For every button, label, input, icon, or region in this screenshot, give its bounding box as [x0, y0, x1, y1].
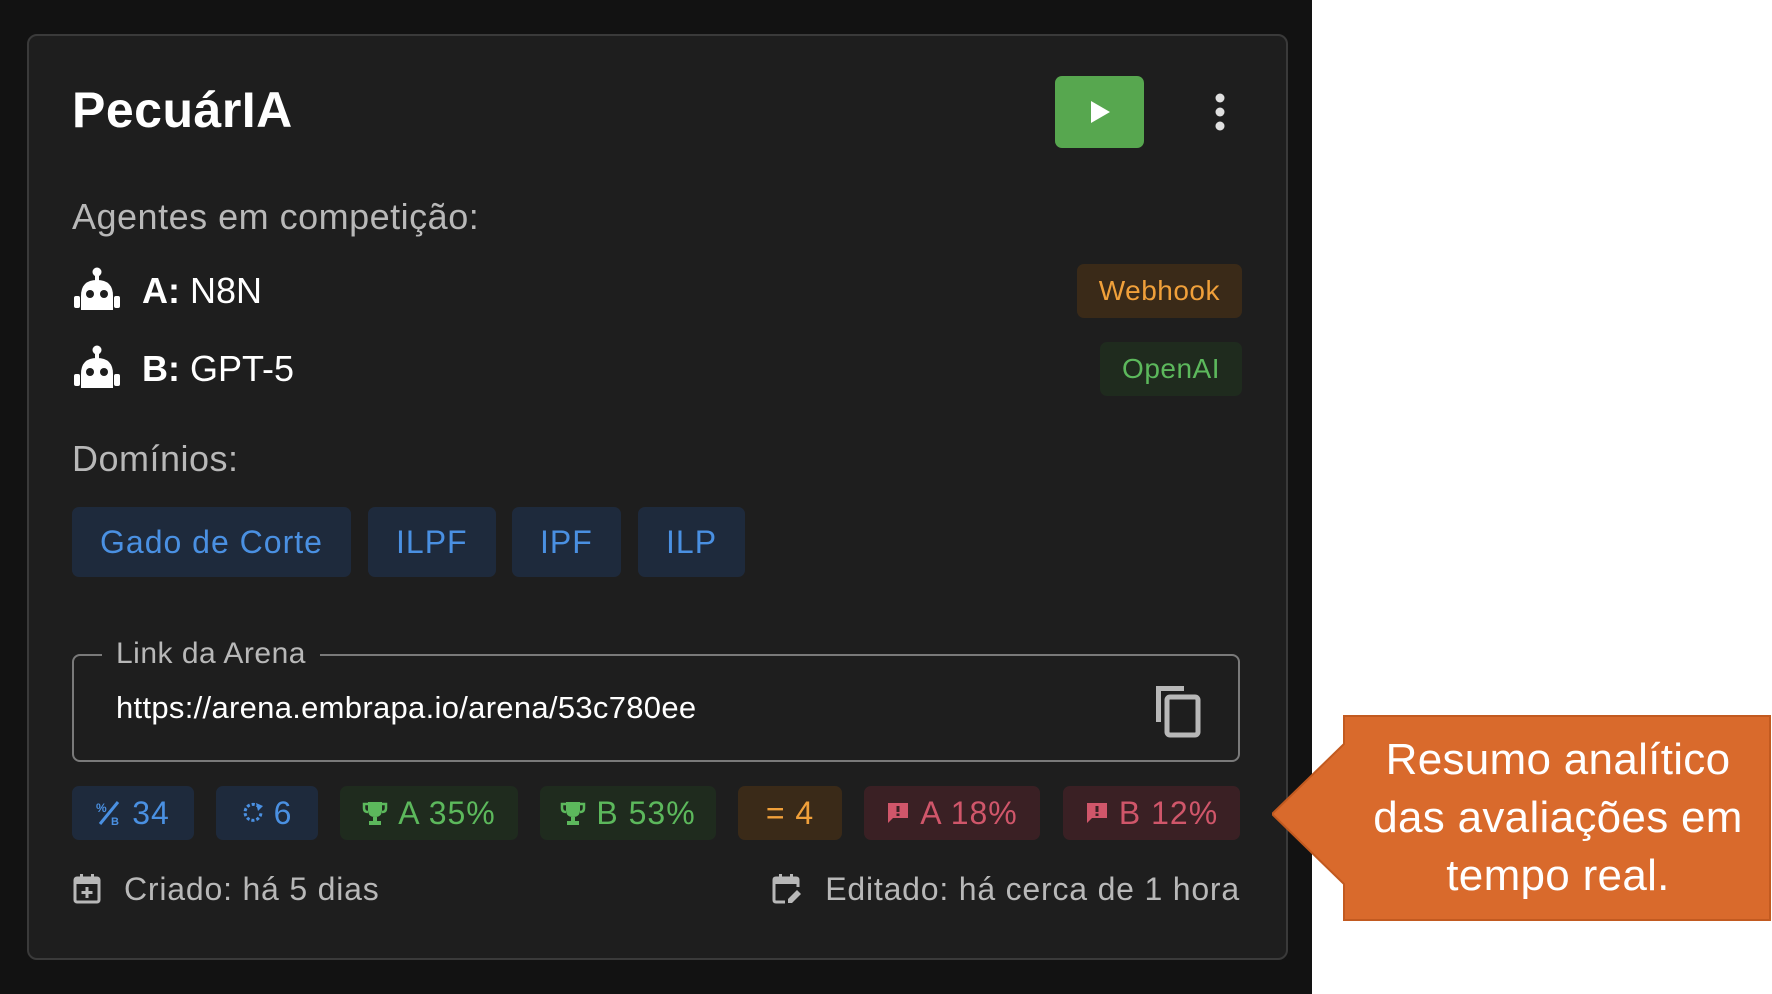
stat-in-progress-value: 6 [273, 794, 293, 831]
provider-chip-openai: OpenAI [1100, 342, 1242, 396]
card-title: PecuárIA [72, 82, 293, 138]
play-button[interactable] [1055, 76, 1144, 148]
stat-errors-b-value: B 12% [1118, 794, 1219, 831]
stat-errors-a-value: A 18% [920, 794, 1018, 831]
alert-icon [1086, 803, 1107, 823]
stat-total-value: 34 [132, 794, 170, 831]
copy-link-button[interactable] [1152, 682, 1202, 738]
agent-b-name: GPT-5 [190, 348, 295, 389]
agents-section-label: Agentes em competição: [72, 196, 480, 237]
stat-ties: = 4 [738, 786, 842, 840]
arena-link-value[interactable]: https://arena.embrapa.io/arena/53c780ee [116, 686, 696, 730]
more-options-button[interactable] [1200, 88, 1240, 136]
trophy-icon [362, 802, 388, 825]
stat-total-evaluations: % B 34 [72, 786, 194, 840]
agent-a-label: A: N8N [142, 269, 262, 313]
calendar-add-icon [73, 874, 101, 904]
alert-icon [888, 803, 909, 823]
stat-wins-a: A 35% [340, 786, 518, 840]
edited-meta: Editado: há cerca de 1 hora [771, 867, 1240, 911]
robot-icon [74, 267, 120, 310]
screenshot-stage: PecuárIA Agentes em competição: A: N8N W… [0, 0, 1772, 994]
domains-section-label: Domínios: [72, 438, 239, 479]
stat-ties-value: = 4 [765, 794, 815, 831]
trophy-icon [561, 802, 586, 825]
stat-errors-a: A 18% [864, 786, 1040, 840]
svg-text:%: % [96, 801, 108, 815]
play-icon [1090, 101, 1110, 123]
stat-wins-b-value: B 53% [596, 794, 696, 831]
agent-a-name: N8N [190, 270, 263, 311]
agent-row-a: A: N8N Webhook [72, 264, 1242, 320]
copy-icon [1156, 686, 1201, 738]
arena-link-label: Link da Arena [102, 634, 320, 674]
more-vert-icon [1215, 93, 1225, 131]
stat-errors-b: B 12% [1063, 786, 1240, 840]
edited-text: Editado: há cerca de 1 hora [825, 870, 1240, 907]
svg-text:B: B [111, 816, 120, 826]
calendar-edit-icon [772, 874, 802, 904]
provider-chip-webhook: Webhook [1076, 264, 1242, 318]
agent-row-b: B: GPT-5 OpenAI [72, 342, 1242, 398]
created-meta: Criado: há 5 dias [72, 867, 380, 911]
domain-chip-gado-de-corte[interactable]: Gado de Corte [72, 507, 351, 577]
agent-a-key: A: [142, 270, 180, 311]
domain-chip-ilp[interactable]: ILP [638, 507, 746, 577]
domain-chip-ipf[interactable]: IPF [512, 507, 621, 577]
robot-icon [74, 345, 120, 388]
agent-b-label: B: GPT-5 [142, 347, 294, 391]
created-text: Criado: há 5 dias [124, 870, 380, 907]
annotation-text: Resumo analítico das avaliações em tempo… [1373, 735, 1743, 900]
agent-b-key: B: [142, 348, 180, 389]
stat-in-progress: 6 [216, 786, 318, 840]
fraction-icon: % B [96, 801, 120, 826]
domain-chip-ilpf[interactable]: ILPF [368, 507, 496, 577]
arena-link-field[interactable]: Link da Arena https://arena.embrapa.io/a… [72, 634, 1240, 762]
stat-wins-b: B 53% [540, 786, 716, 840]
stat-wins-a-value: A 35% [398, 794, 496, 831]
refresh-icon [243, 802, 263, 822]
